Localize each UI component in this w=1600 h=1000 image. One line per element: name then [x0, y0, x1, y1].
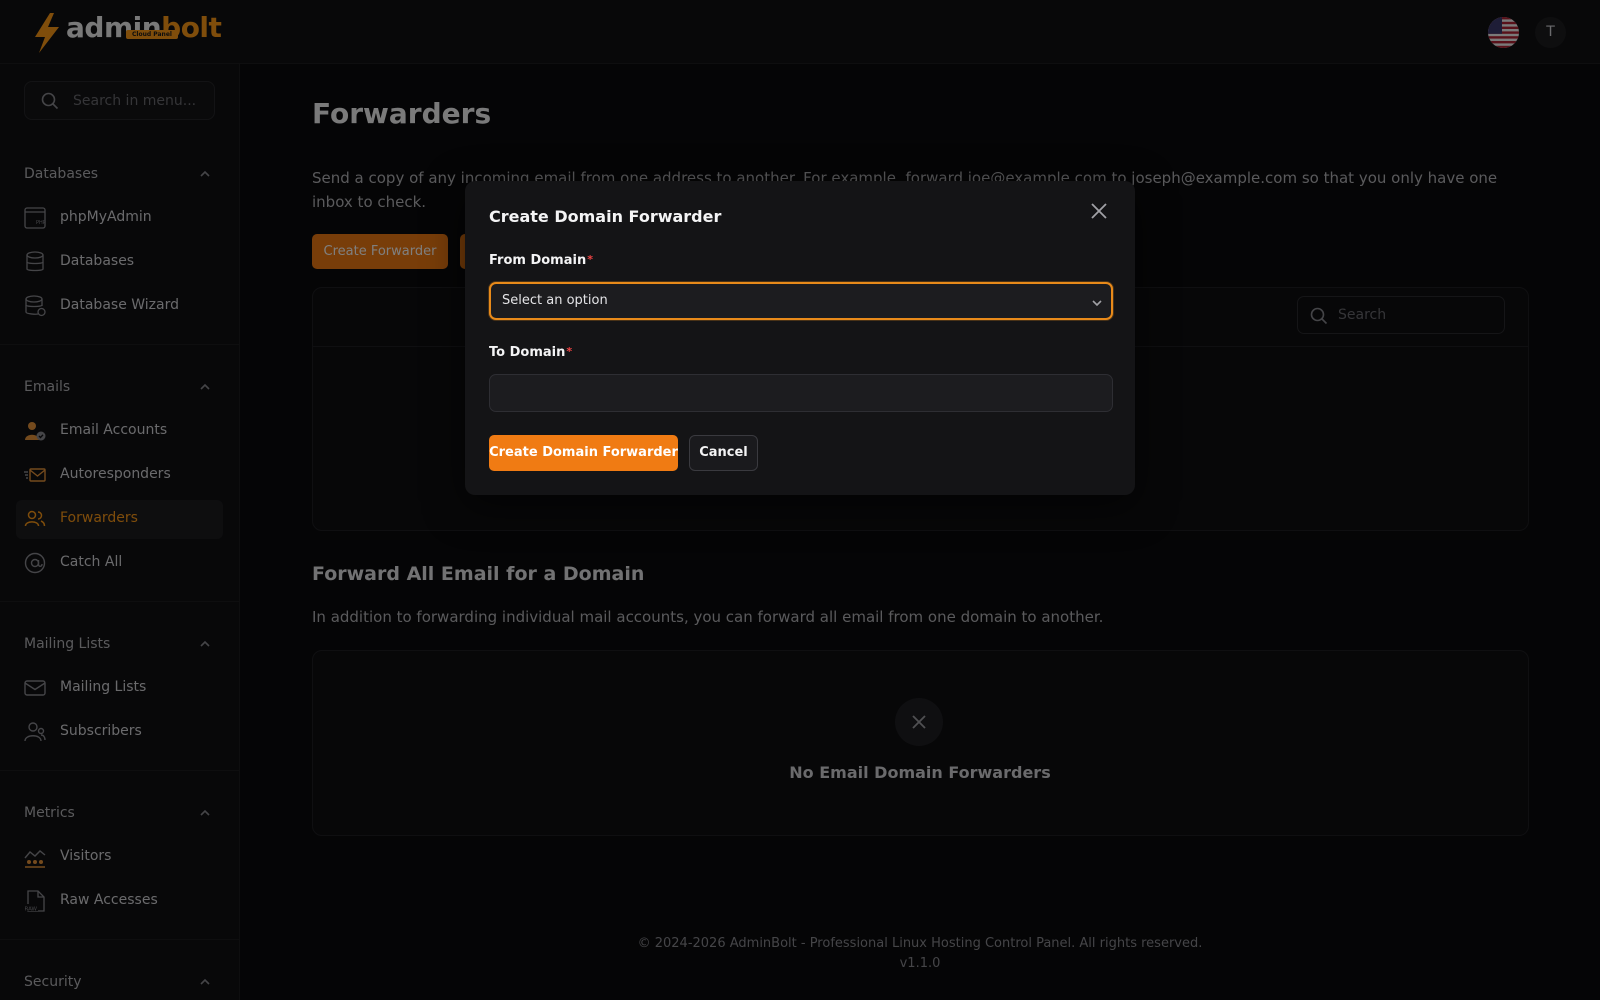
to-domain-input[interactable] [489, 374, 1113, 412]
cancel-button[interactable]: Cancel [689, 435, 758, 471]
modal-title: Create Domain Forwarder [489, 207, 722, 226]
modal-backdrop[interactable] [0, 0, 1600, 1000]
from-domain-select[interactable]: Select an option [489, 282, 1113, 320]
chevron-down-icon [1092, 300, 1102, 307]
to-domain-label: To Domain* [489, 345, 573, 360]
from-domain-label: From Domain* [489, 253, 593, 268]
create-domain-forwarder-button[interactable]: Create Domain Forwarder [489, 435, 678, 471]
create-domain-forwarder-modal: Create Domain Forwarder From Domain* Sel… [465, 181, 1135, 495]
close-icon[interactable] [1087, 199, 1111, 223]
from-domain-selected-value: Select an option [502, 293, 608, 308]
